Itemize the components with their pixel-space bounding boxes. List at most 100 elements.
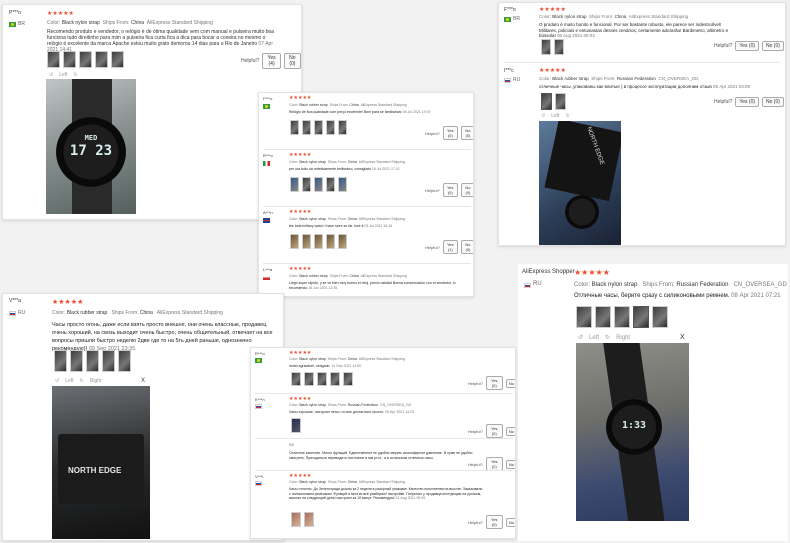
helpful-no-button[interactable]: No (0) <box>460 240 473 254</box>
photo-thumbnail[interactable] <box>290 177 299 192</box>
rating-stars: ★★★★★ <box>539 7 566 13</box>
photo-thumbnail[interactable] <box>290 234 299 249</box>
helpful-no-button[interactable]: No <box>505 517 515 527</box>
review-tag: 8/8 <box>289 443 294 447</box>
photo-thumbnail[interactable] <box>652 306 668 328</box>
lcd-label: MED <box>84 134 98 142</box>
photo-thumbnail[interactable] <box>111 51 124 68</box>
photo-thumbnail[interactable] <box>54 350 67 372</box>
photo-thumbnail[interactable] <box>102 350 115 372</box>
photo-thumbnail[interactable] <box>314 120 323 135</box>
helpful-no-button[interactable]: No (0) <box>762 97 784 107</box>
photo-thumbnail[interactable] <box>302 234 311 249</box>
photo-thumbnail[interactable] <box>304 372 314 386</box>
photo-thumbnail[interactable] <box>291 512 301 527</box>
photo-thumbnail[interactable] <box>338 120 347 135</box>
photo-thumbnail[interactable] <box>314 177 323 192</box>
rotate-left-icon[interactable]: ↺ <box>578 334 583 341</box>
photo-thumbnail[interactable] <box>302 120 311 135</box>
right-button[interactable]: Right <box>90 378 102 384</box>
photo-thumbnail[interactable] <box>554 39 564 55</box>
helpful-no-button[interactable]: No (0) <box>283 53 301 69</box>
photo-thumbnail[interactable] <box>343 372 353 386</box>
helpful-no-button[interactable]: No (0) <box>460 126 473 140</box>
helpful-no-button[interactable]: No <box>505 459 515 469</box>
helpful-yes-button[interactable]: Yes (4) <box>262 53 281 69</box>
rotate-left-icon[interactable]: ↺ <box>541 113 545 119</box>
helpful-row: Helpful? Yes (0) No <box>468 376 515 390</box>
rotate-left-icon[interactable]: ↺ <box>49 72 53 78</box>
photo-thumbnails <box>47 51 124 68</box>
photo-viewer-toolbar: ↺ Left ↻ Right <box>578 334 630 342</box>
review-card-aliexpress-shopper: AliExpress Shopper RU ★★★★★ Color: Black… <box>518 264 788 541</box>
helpful-row: Helpful? Yes (1) No (0) <box>425 240 473 254</box>
helpful-row: Helpful? Yes (0) No (0) <box>714 97 784 107</box>
photo-thumbnail[interactable] <box>47 51 60 68</box>
photo-thumbnail[interactable] <box>317 372 327 386</box>
country-code: BR <box>513 16 520 22</box>
photo-thumbnail[interactable] <box>291 372 301 386</box>
photo-thumbnail[interactable] <box>302 177 311 192</box>
helpful-yes-button[interactable]: Yes (0) <box>485 376 503 390</box>
rotate-right-icon[interactable]: ↻ <box>605 334 610 341</box>
helpful-yes-button[interactable]: Yes (0) <box>485 515 503 529</box>
photo-thumbnail[interactable] <box>555 93 566 110</box>
helpful-row: Helpful? Yes (0) No <box>468 515 515 529</box>
review-text: per ora tutto ciò esteticamente bellissi… <box>289 167 400 171</box>
left-button[interactable]: Left <box>589 335 599 341</box>
photo-thumbnail[interactable] <box>541 39 551 55</box>
photo-thumbnail[interactable] <box>79 51 92 68</box>
photo-thumbnail[interactable] <box>326 234 335 249</box>
left-button[interactable]: Left <box>65 378 73 384</box>
close-icon[interactable]: X <box>141 378 145 384</box>
photo-thumbnail[interactable] <box>95 51 108 68</box>
helpful-no-button[interactable]: No (0) <box>460 183 473 197</box>
helpful-yes-button[interactable]: Yes (0) <box>442 183 458 197</box>
reviewer-name: F***o <box>504 7 516 13</box>
photo-thumbnail[interactable] <box>314 234 323 249</box>
review-text: Часы отлично. До Зеленограда дошли за 2 … <box>289 487 483 500</box>
helpful-yes-button[interactable]: Yes (0) <box>735 41 760 51</box>
watch-face <box>565 195 599 229</box>
photo-thumbnails <box>290 177 347 192</box>
helpful-yes-button[interactable]: Yes (2) <box>485 457 503 471</box>
photo-thumbnail[interactable] <box>290 120 299 135</box>
helpful-yes-button[interactable]: Yes (0) <box>485 424 503 438</box>
rotate-right-icon[interactable]: ↻ <box>74 72 78 78</box>
rotate-right-icon[interactable]: ↻ <box>566 113 570 119</box>
country-flag-icon <box>263 161 270 166</box>
photo-thumbnail[interactable] <box>576 306 592 328</box>
country-flag-icon <box>504 17 511 22</box>
photo-thumbnail[interactable] <box>118 350 131 372</box>
helpful-yes-button[interactable]: Yes (0) <box>735 97 760 107</box>
helpful-yes-button[interactable]: Yes (0) <box>442 126 458 140</box>
photo-thumbnail[interactable] <box>291 418 301 433</box>
photo-thumbnail[interactable] <box>326 120 335 135</box>
helpful-no-button[interactable]: No (0) <box>762 41 784 51</box>
left-button[interactable]: Left <box>551 113 559 119</box>
rotate-left-icon[interactable]: ↺ <box>55 378 59 384</box>
rotate-right-icon[interactable]: ↻ <box>80 378 84 384</box>
photo-thumbnail[interactable] <box>338 234 347 249</box>
helpful-label: Helpful? <box>468 461 483 467</box>
right-button[interactable]: Right <box>616 335 630 341</box>
reviewer-name: A***n <box>263 210 273 215</box>
photo-thumbnail[interactable] <box>338 177 347 192</box>
photo-thumbnail[interactable] <box>633 306 649 328</box>
photo-thumbnail[interactable] <box>330 372 340 386</box>
photo-thumbnail[interactable] <box>326 177 335 192</box>
helpful-label: Helpful? <box>425 244 440 250</box>
photo-thumbnail[interactable] <box>304 512 314 527</box>
helpful-no-button[interactable]: No <box>505 426 515 436</box>
helpful-yes-button[interactable]: Yes (1) <box>442 240 458 254</box>
left-button[interactable]: Left <box>59 72 67 78</box>
photo-thumbnail[interactable] <box>541 93 552 110</box>
review-meta: Color: Black rubber strap Ships From: Ch… <box>289 103 407 107</box>
photo-thumbnail[interactable] <box>70 350 83 372</box>
close-icon[interactable]: X <box>680 334 685 341</box>
photo-thumbnail[interactable] <box>614 306 630 328</box>
photo-thumbnail[interactable] <box>86 350 99 372</box>
photo-thumbnail[interactable] <box>63 51 76 68</box>
photo-thumbnail[interactable] <box>595 306 611 328</box>
helpful-no-button[interactable]: No <box>505 378 515 388</box>
